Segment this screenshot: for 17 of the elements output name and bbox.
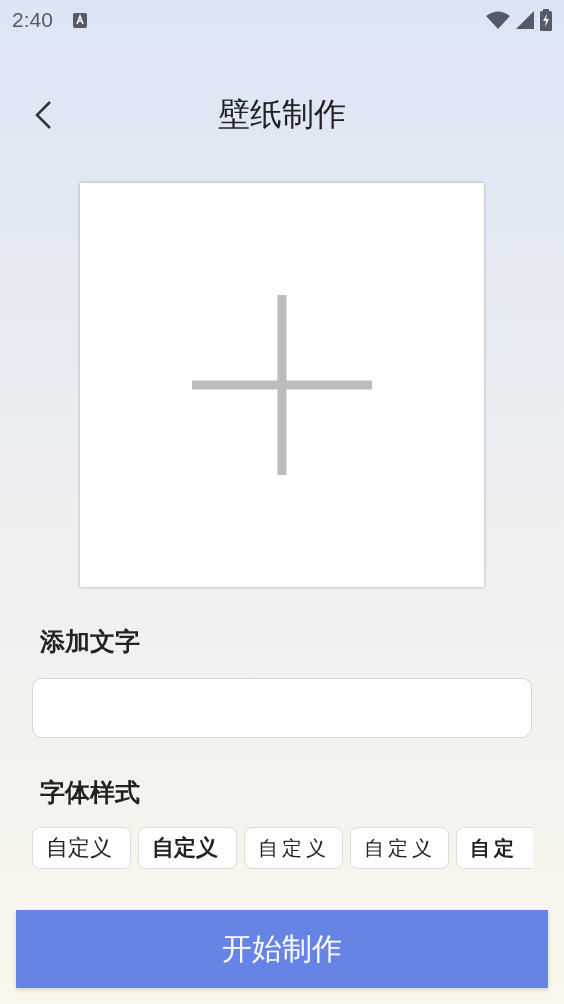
page-title: 壁纸制作 <box>218 94 346 135</box>
text-input-field[interactable] <box>32 678 532 738</box>
status-time: 2:40 <box>12 8 53 32</box>
start-button[interactable]: 开始制作 <box>16 910 548 988</box>
keyboard-notification-icon <box>72 12 87 28</box>
signal-icon <box>516 11 534 29</box>
battery-icon <box>540 9 552 31</box>
font-option[interactable]: 自定义 <box>350 827 449 869</box>
section-label: 添加文字 <box>40 626 141 658</box>
image-picker[interactable] <box>80 183 484 587</box>
plus-icon <box>192 295 372 475</box>
wifi-icon <box>486 11 510 29</box>
font-option[interactable]: 自定 <box>456 827 533 869</box>
font-option[interactable]: 自定义 <box>32 827 131 869</box>
section-label: 字体样式 <box>40 777 141 809</box>
font-option[interactable]: 自定义 <box>138 827 237 869</box>
font-option[interactable]: 自定义 <box>244 827 343 869</box>
